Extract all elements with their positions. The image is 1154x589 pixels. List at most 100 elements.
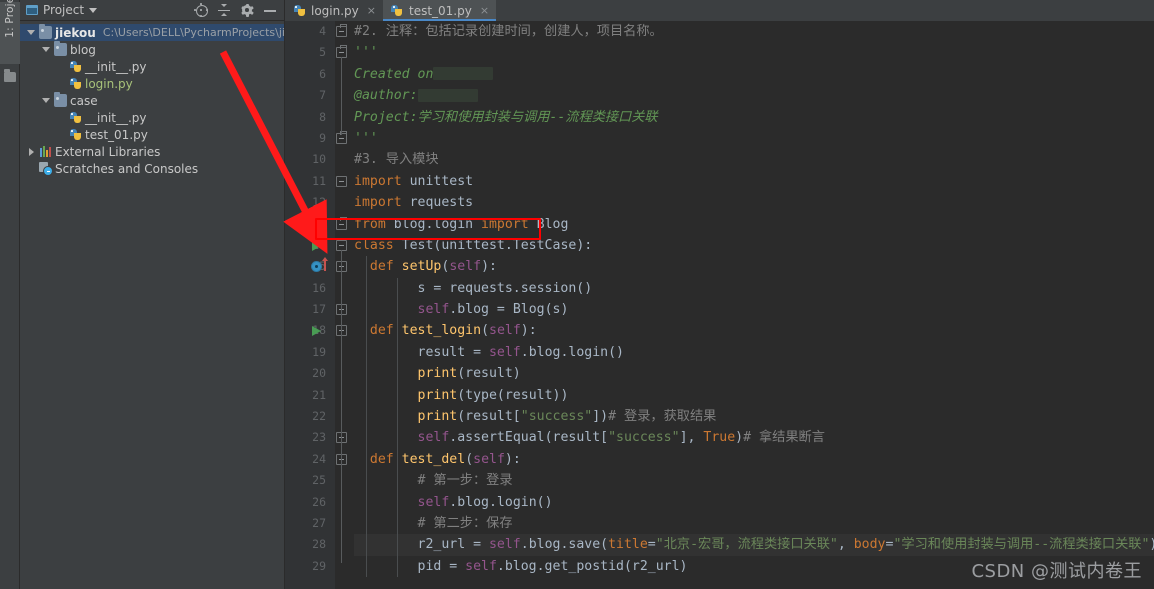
code-line-16[interactable]: s = requests.session() xyxy=(354,278,1154,299)
gutter-line-21[interactable]: 21 xyxy=(285,385,335,406)
editor-tab-login-py[interactable]: login.py × xyxy=(285,0,383,21)
gutter-line-18[interactable]: 18 xyxy=(285,320,335,341)
tree-item-blog[interactable]: blog xyxy=(20,40,284,58)
code-token: .blog.login() xyxy=(449,494,553,510)
code-line-14[interactable]: class Test(unittest.TestCase): xyxy=(354,235,1154,256)
code-line-23[interactable]: self.assertEqual(result["success"], True… xyxy=(354,427,1154,448)
code-line-29[interactable]: pid = self.blog.get_postid(r2_url) xyxy=(354,556,1154,577)
twisty-expanded-icon[interactable] xyxy=(41,47,51,52)
editor-gutter[interactable]: 4 5 6 7 8 9 10 11 12 13 1415 16 17 18 19 20 21 22 23 24 25 26… xyxy=(285,21,335,589)
gutter-line-24[interactable]: 24 xyxy=(285,449,335,470)
gutter-line-27[interactable]: 27 xyxy=(285,513,335,534)
gutter-line-23[interactable]: 23 xyxy=(285,427,335,448)
run-triangle-icon[interactable] xyxy=(312,326,321,337)
tree-item-scratches-and-consoles[interactable]: Scratches and Consoles xyxy=(20,160,284,177)
editor-tab-test_01-py[interactable]: test_01.py × xyxy=(382,0,497,21)
code-line-15[interactable]: def setUp(self): xyxy=(354,256,1154,277)
gutter-line-25[interactable]: 25 xyxy=(285,470,335,491)
code-line-9[interactable]: ''' xyxy=(354,128,1154,149)
up-arrow-icon[interactable] xyxy=(321,257,328,272)
twisty-expanded-icon[interactable] xyxy=(26,30,36,35)
project-view-selector[interactable]: Project xyxy=(26,3,98,17)
chevron-down-icon[interactable] xyxy=(89,7,98,13)
gutter-line-20[interactable]: 20 xyxy=(285,363,335,384)
code-token: self xyxy=(449,259,482,275)
code-folding-column[interactable] xyxy=(335,21,349,589)
structure-folder-icon[interactable] xyxy=(4,69,16,82)
gutter-line-8[interactable]: 8 xyxy=(285,107,335,128)
gutter-line-19[interactable]: 19 xyxy=(285,342,335,363)
fold-toggle-icon[interactable] xyxy=(336,175,347,187)
tree-item-case[interactable]: case xyxy=(20,91,284,109)
collapse-all-icon[interactable] xyxy=(217,3,231,17)
tree-item-__init__-py[interactable]: __init__.py xyxy=(20,109,284,126)
gear-icon[interactable] xyxy=(240,3,254,17)
code-line-18[interactable]: def test_login(self): xyxy=(354,320,1154,341)
tree-item-__init__-py[interactable]: __init__.py xyxy=(20,58,284,75)
fold-row-19 xyxy=(335,342,349,363)
gutter-line-26[interactable]: 26 xyxy=(285,492,335,513)
code-line-7[interactable]: @author: xyxy=(354,85,1154,106)
code-text-area[interactable]: #2. 注释：包括记录创建时间，创建人，项目名称。 ''' Created on @a… xyxy=(349,21,1154,589)
project-file-tree[interactable]: jiekou C:\Users\DELL\PycharmProjects\jiek… xyxy=(20,21,284,589)
code-line-19[interactable]: result = self.blog.login() xyxy=(354,342,1154,363)
minimize-icon[interactable] xyxy=(263,3,277,17)
gutter-line-29[interactable]: 29 xyxy=(285,556,335,577)
gutter-line-17[interactable]: 17 xyxy=(285,299,335,320)
code-line-4[interactable]: #2. 注释：包括记录创建时间，创建人，项目名称。 xyxy=(354,21,1154,42)
project-tool-tab[interactable]: 1: Project xyxy=(0,0,20,64)
python-file-icon xyxy=(69,111,82,124)
run-triangle-icon[interactable] xyxy=(312,240,321,251)
code-line-27[interactable]: # 第二步：保存 xyxy=(354,513,1154,534)
gutter-line-6[interactable]: 6 xyxy=(285,64,335,85)
fold-toggle-icon[interactable] xyxy=(336,218,347,230)
code-line-8[interactable]: Project:学习和使用封装与调用--流程类接口关联 xyxy=(354,107,1154,128)
tree-item-external-libraries[interactable]: External Libraries xyxy=(20,143,284,160)
code-line-26[interactable]: self.blog.login() xyxy=(354,492,1154,513)
code-token: import xyxy=(354,195,410,211)
gutter-line-9[interactable]: 9 xyxy=(285,128,335,149)
code-line-25[interactable]: # 第一步：登录 xyxy=(354,470,1154,491)
code-line-10[interactable]: #3. 导入模块 xyxy=(354,149,1154,170)
tree-item-jiekou[interactable]: jiekou C:\Users\DELL\PycharmProjects\jiek… xyxy=(20,23,284,41)
code-line-5[interactable]: ''' xyxy=(354,42,1154,63)
gutter-line-12[interactable]: 12 xyxy=(285,192,335,213)
tree-item-login-py[interactable]: login.py xyxy=(20,75,284,92)
code-line-22[interactable]: print(result["success"])# 登录，获取结果 xyxy=(354,406,1154,427)
code-line-6[interactable]: Created on xyxy=(354,64,1154,85)
gutter-line-14[interactable]: 14 xyxy=(285,235,335,256)
twisty-collapsed-icon[interactable] xyxy=(26,147,36,156)
code-line-28[interactable]: r2_url = self.blog.save(title="北京-宏哥，流程类… xyxy=(354,534,1154,556)
gutter-line-16[interactable]: 16 xyxy=(285,278,335,299)
gutter-line-11[interactable]: 11 xyxy=(285,171,335,192)
tree-item-test_01-py[interactable]: test_01.py xyxy=(20,126,284,143)
gutter-line-7[interactable]: 7 xyxy=(285,85,335,106)
fold-toggle-icon[interactable] xyxy=(336,26,347,37)
code-line-20[interactable]: print(result) xyxy=(354,363,1154,384)
code-line-17[interactable]: self.blog = Blog(s) xyxy=(354,299,1154,320)
project-view-icon xyxy=(26,5,38,15)
locate-target-icon[interactable] xyxy=(194,3,208,17)
fold-row-17 xyxy=(335,299,349,320)
close-icon[interactable]: × xyxy=(367,4,376,17)
gutter-line-4[interactable]: 4 xyxy=(285,21,335,42)
code-line-24[interactable]: def test_del(self): xyxy=(354,449,1154,470)
code-line-12[interactable]: import requests xyxy=(354,192,1154,213)
code-token: self xyxy=(417,430,450,446)
fold-row-22 xyxy=(335,406,349,427)
line-number: 16 xyxy=(312,280,326,295)
close-icon[interactable]: × xyxy=(480,4,489,17)
editor-vertical-scrollbar[interactable] xyxy=(1145,21,1154,589)
code-line-13[interactable]: from blog.login import Blog xyxy=(354,214,1154,235)
code-line-11[interactable]: import unittest xyxy=(354,171,1154,192)
twisty-expanded-icon[interactable] xyxy=(41,98,51,103)
code-line-21[interactable]: print(type(result)) xyxy=(354,385,1154,406)
fold-row-18 xyxy=(335,320,349,341)
fold-row-21 xyxy=(335,385,349,406)
gutter-line-22[interactable]: 22 xyxy=(285,406,335,427)
gutter-line-13[interactable]: 13 xyxy=(285,214,335,235)
gutter-line-15[interactable]: 15 xyxy=(285,256,335,277)
gutter-line-10[interactable]: 10 xyxy=(285,149,335,170)
gutter-line-5[interactable]: 5 xyxy=(285,42,335,63)
gutter-line-28[interactable]: 28 xyxy=(285,534,335,555)
